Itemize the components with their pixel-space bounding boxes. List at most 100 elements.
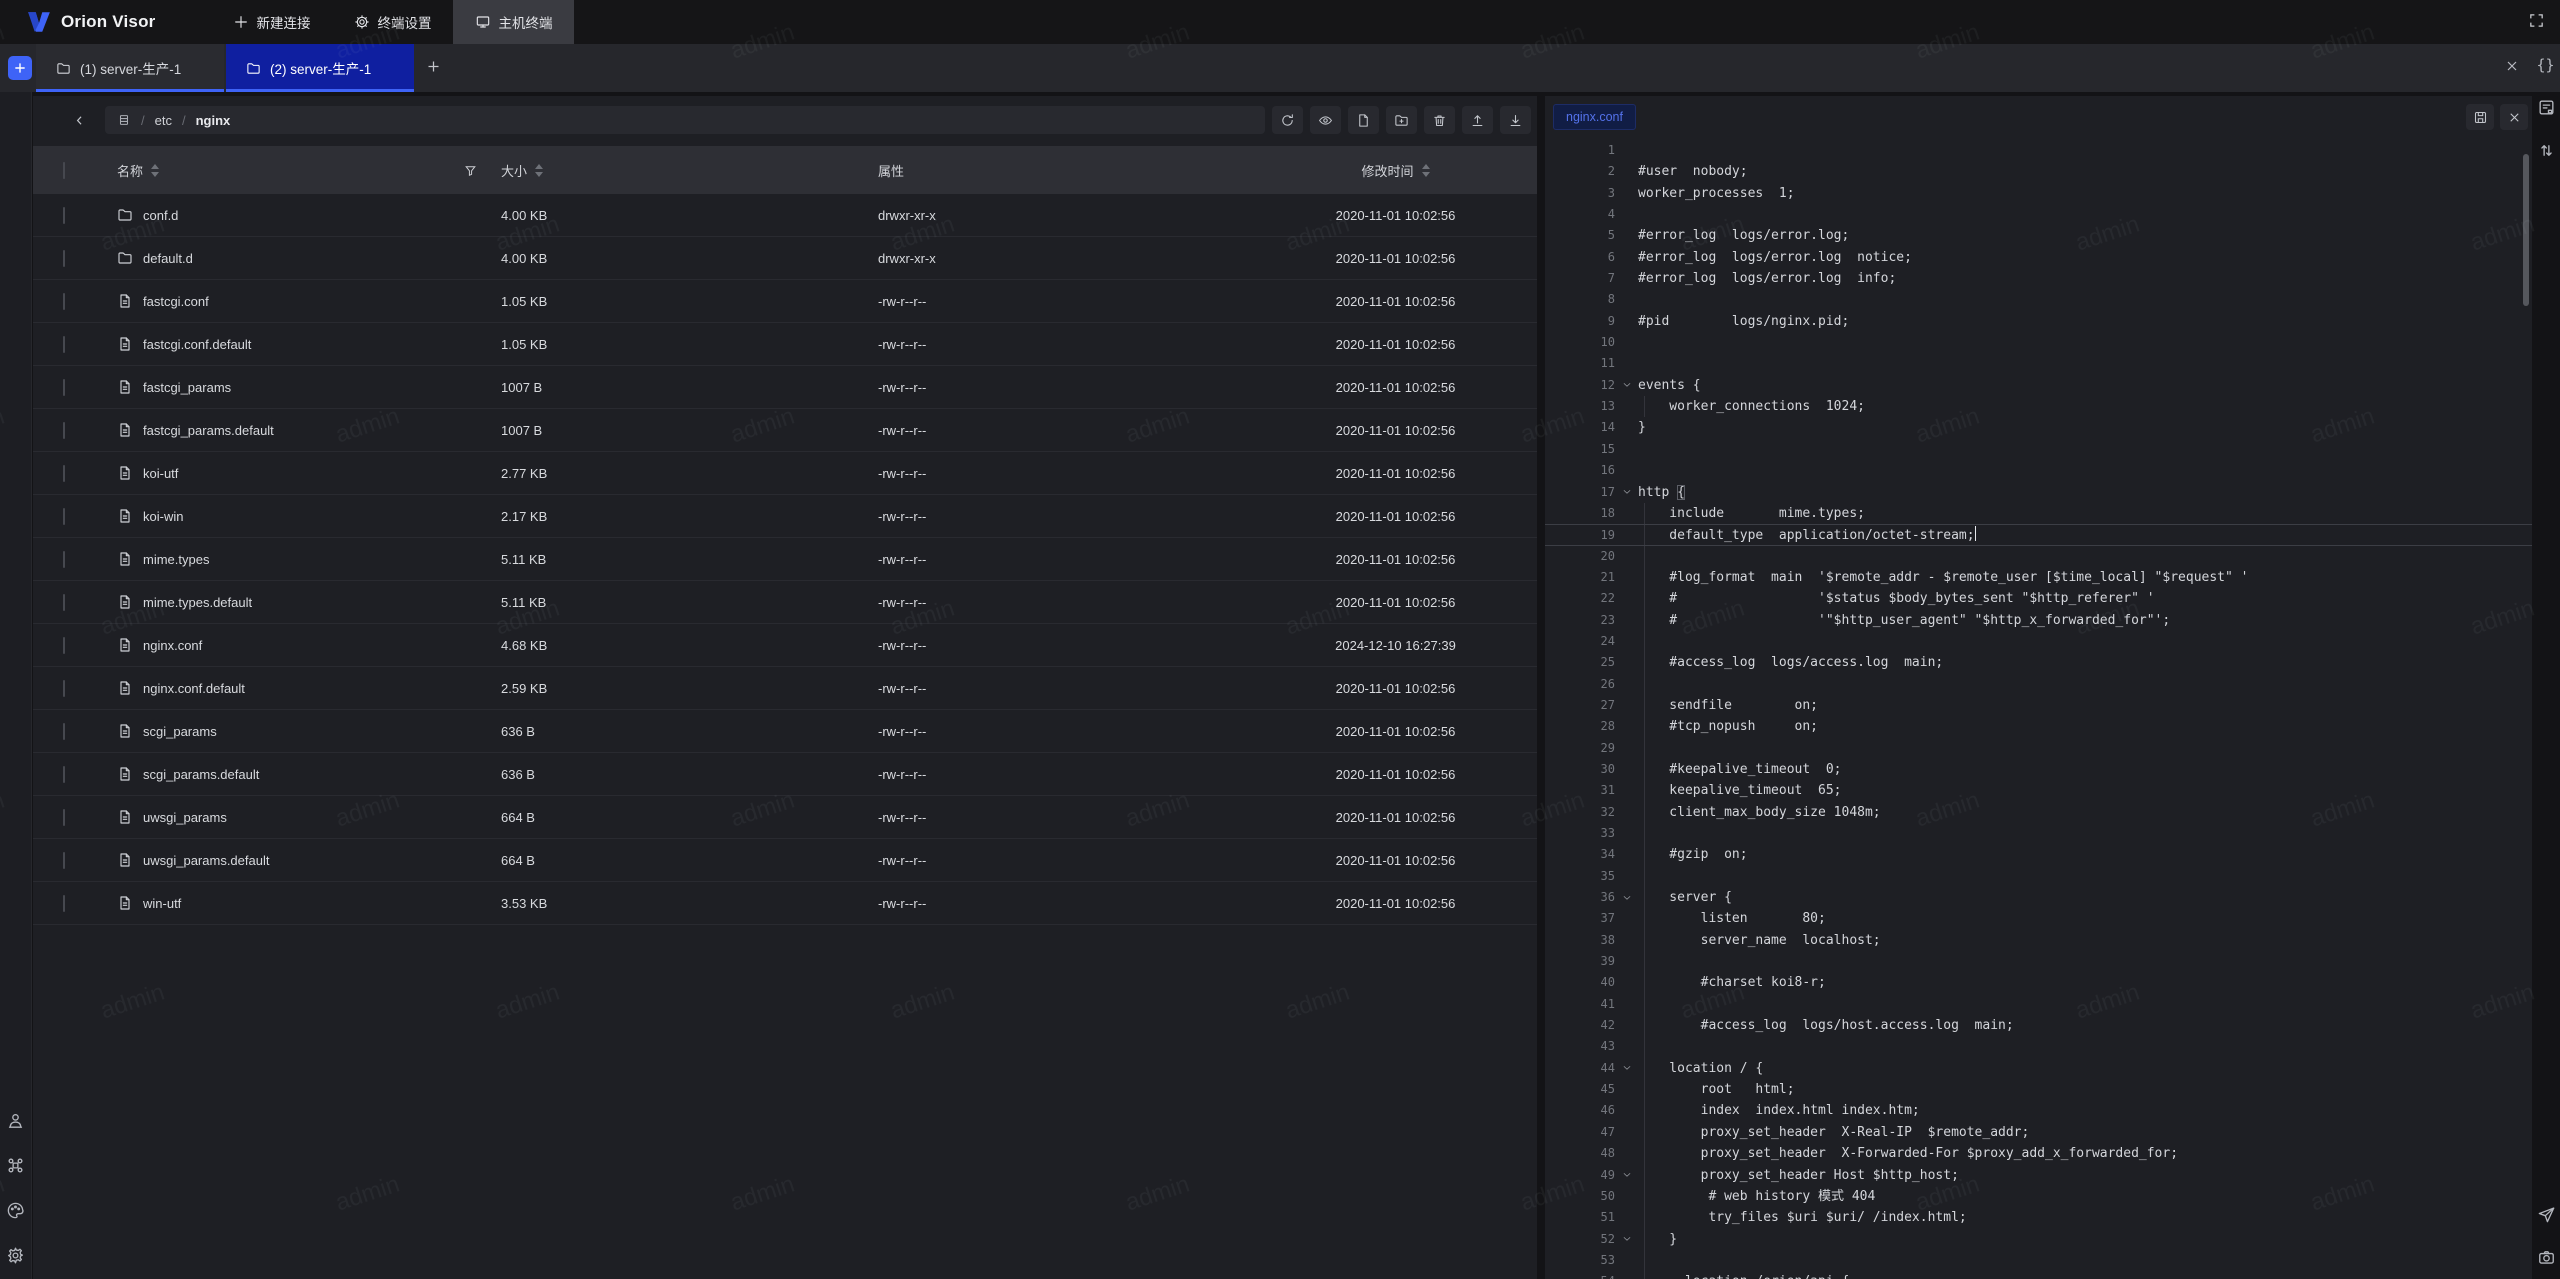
code-line[interactable]: 34 #gzip on;: [1545, 844, 2532, 865]
user-button[interactable]: [6, 1111, 25, 1130]
code-line[interactable]: 2#user nobody;: [1545, 161, 2532, 182]
braces-button[interactable]: {}: [2537, 56, 2556, 74]
code-line[interactable]: 7#error_log logs/error.log info;: [1545, 268, 2532, 289]
code-line[interactable]: 18 include mime.types;: [1545, 503, 2532, 524]
row-checkbox[interactable]: [63, 809, 65, 826]
fold-toggle[interactable]: [1615, 1271, 1638, 1279]
filter-funnel-icon[interactable]: [464, 164, 477, 177]
command-button[interactable]: [6, 1156, 25, 1175]
code-line[interactable]: 22 # '$status $body_bytes_sent "$http_re…: [1545, 588, 2532, 609]
row-checkbox[interactable]: [63, 508, 65, 525]
code-line[interactable]: 52 }: [1545, 1229, 2532, 1250]
file-row[interactable]: nginx.conf4.68 KB-rw-r--r--2024-12-10 16…: [33, 624, 1537, 667]
row-checkbox[interactable]: [63, 723, 65, 740]
file-row[interactable]: fastcgi_params1007 B-rw-r--r--2020-11-01…: [33, 366, 1537, 409]
code-line[interactable]: 17http {: [1545, 482, 2532, 503]
code-line[interactable]: 38 server_name localhost;: [1545, 930, 2532, 951]
file-row[interactable]: scgi_params636 B-rw-r--r--2020-11-01 10:…: [33, 710, 1537, 753]
code-line[interactable]: 39: [1545, 951, 2532, 972]
fold-toggle[interactable]: [1615, 375, 1638, 396]
file-row[interactable]: fastcgi.conf.default1.05 KB-rw-r--r--202…: [33, 323, 1537, 366]
breadcrumb[interactable]: /etc/nginx: [105, 106, 1265, 134]
close-panel-button[interactable]: [2504, 58, 2520, 77]
code-line[interactable]: 6#error_log logs/error.log notice;: [1545, 247, 2532, 268]
file-row[interactable]: default.d4.00 KBdrwxr-xr-x2020-11-01 10:…: [33, 237, 1537, 280]
send-button[interactable]: [2537, 1205, 2556, 1224]
code-line[interactable]: 48 proxy_set_header X-Forwarded-For $pro…: [1545, 1143, 2532, 1164]
breadcrumb-segment[interactable]: nginx: [196, 113, 231, 128]
menu-item[interactable]: 终端设置: [332, 0, 453, 44]
file-row[interactable]: mime.types.default5.11 KB-rw-r--r--2020-…: [33, 581, 1537, 624]
fold-toggle[interactable]: [1615, 887, 1638, 908]
row-checkbox[interactable]: [63, 207, 65, 224]
code-line[interactable]: 14}: [1545, 417, 2532, 438]
code-line[interactable]: 3worker_processes 1;: [1545, 183, 2532, 204]
code-line[interactable]: 54 location /orion/api {: [1545, 1271, 2532, 1279]
editor-file-tab[interactable]: nginx.conf: [1553, 104, 1636, 130]
code-line[interactable]: 28 #tcp_nopush on;: [1545, 716, 2532, 737]
code-line[interactable]: 50 # web history 模式 404: [1545, 1186, 2532, 1207]
code-line[interactable]: 41: [1545, 994, 2532, 1015]
row-checkbox[interactable]: [63, 680, 65, 697]
code-line[interactable]: 27 sendfile on;: [1545, 695, 2532, 716]
upload-button[interactable]: [1462, 106, 1493, 134]
row-checkbox[interactable]: [63, 465, 65, 482]
row-checkbox[interactable]: [63, 594, 65, 611]
doc-bookmark-button[interactable]: [2537, 98, 2556, 117]
code-line[interactable]: 19 default_type application/octet-stream…: [1545, 524, 2532, 545]
code-line[interactable]: 1: [1545, 140, 2532, 161]
delete-button[interactable]: [1424, 106, 1455, 134]
file-row[interactable]: koi-utf2.77 KB-rw-r--r--2020-11-01 10:02…: [33, 452, 1537, 495]
fold-toggle[interactable]: [1615, 1058, 1638, 1079]
code-line[interactable]: 47 proxy_set_header X-Real-IP $remote_ad…: [1545, 1122, 2532, 1143]
row-checkbox[interactable]: [63, 766, 65, 783]
sort-mtime[interactable]: [1422, 164, 1430, 177]
code-line[interactable]: 5#error_log logs/error.log;: [1545, 225, 2532, 246]
sort-size[interactable]: [535, 164, 543, 177]
code-line[interactable]: 31 keepalive_timeout 65;: [1545, 780, 2532, 801]
code-line[interactable]: 42 #access_log logs/host.access.log main…: [1545, 1015, 2532, 1036]
code-line[interactable]: 43: [1545, 1036, 2532, 1057]
theme-palette-button[interactable]: [6, 1201, 25, 1220]
code-line[interactable]: 26: [1545, 674, 2532, 695]
code-line[interactable]: 35: [1545, 866, 2532, 887]
column-header-size[interactable]: 大小: [501, 161, 527, 180]
column-header-name[interactable]: 名称: [117, 161, 143, 180]
code-line[interactable]: 49 proxy_set_header Host $http_host;: [1545, 1165, 2532, 1186]
code-line[interactable]: 36 server {: [1545, 887, 2532, 908]
code-line[interactable]: 20: [1545, 546, 2532, 567]
refresh-button[interactable]: [1272, 106, 1303, 134]
select-all-checkbox[interactable]: [63, 162, 65, 179]
row-checkbox[interactable]: [63, 422, 65, 439]
download-button[interactable]: [1500, 106, 1531, 134]
code-line[interactable]: 9#pid logs/nginx.pid;: [1545, 311, 2532, 332]
code-line[interactable]: 46 index index.html index.htm;: [1545, 1100, 2532, 1121]
code-line[interactable]: 44 location / {: [1545, 1058, 2532, 1079]
row-checkbox[interactable]: [63, 637, 65, 654]
code-line[interactable]: 10: [1545, 332, 2532, 353]
preview-button[interactable]: [1310, 106, 1341, 134]
file-row[interactable]: uwsgi_params664 B-rw-r--r--2020-11-01 10…: [33, 796, 1537, 839]
code-line[interactable]: 11: [1545, 353, 2532, 374]
code-line[interactable]: 29: [1545, 738, 2532, 759]
code-line[interactable]: 25 #access_log logs/access.log main;: [1545, 652, 2532, 673]
code-line[interactable]: 4: [1545, 204, 2532, 225]
fold-toggle[interactable]: [1615, 1165, 1638, 1186]
settings-button[interactable]: [6, 1246, 25, 1265]
code-line[interactable]: 30 #keepalive_timeout 0;: [1545, 759, 2532, 780]
file-row[interactable]: conf.d4.00 KBdrwxr-xr-x2020-11-01 10:02:…: [33, 194, 1537, 237]
code-line[interactable]: 15: [1545, 439, 2532, 460]
code-line[interactable]: 51 try_files $uri $uri/ /index.html;: [1545, 1207, 2532, 1228]
menu-item[interactable]: 主机终端: [453, 0, 574, 44]
save-button[interactable]: [2466, 104, 2494, 130]
row-checkbox[interactable]: [63, 895, 65, 912]
swap-vertical-button[interactable]: [2537, 141, 2556, 160]
code-line[interactable]: 21 #log_format main '$remote_addr - $rem…: [1545, 567, 2532, 588]
session-tab[interactable]: (2) server-生产-1: [226, 44, 414, 92]
row-checkbox[interactable]: [63, 551, 65, 568]
breadcrumb-segment[interactable]: etc: [155, 113, 172, 128]
row-checkbox[interactable]: [63, 250, 65, 267]
file-row[interactable]: fastcgi_params.default1007 B-rw-r--r--20…: [33, 409, 1537, 452]
new-file-button[interactable]: [1348, 106, 1379, 134]
file-row[interactable]: mime.types5.11 KB-rw-r--r--2020-11-01 10…: [33, 538, 1537, 581]
